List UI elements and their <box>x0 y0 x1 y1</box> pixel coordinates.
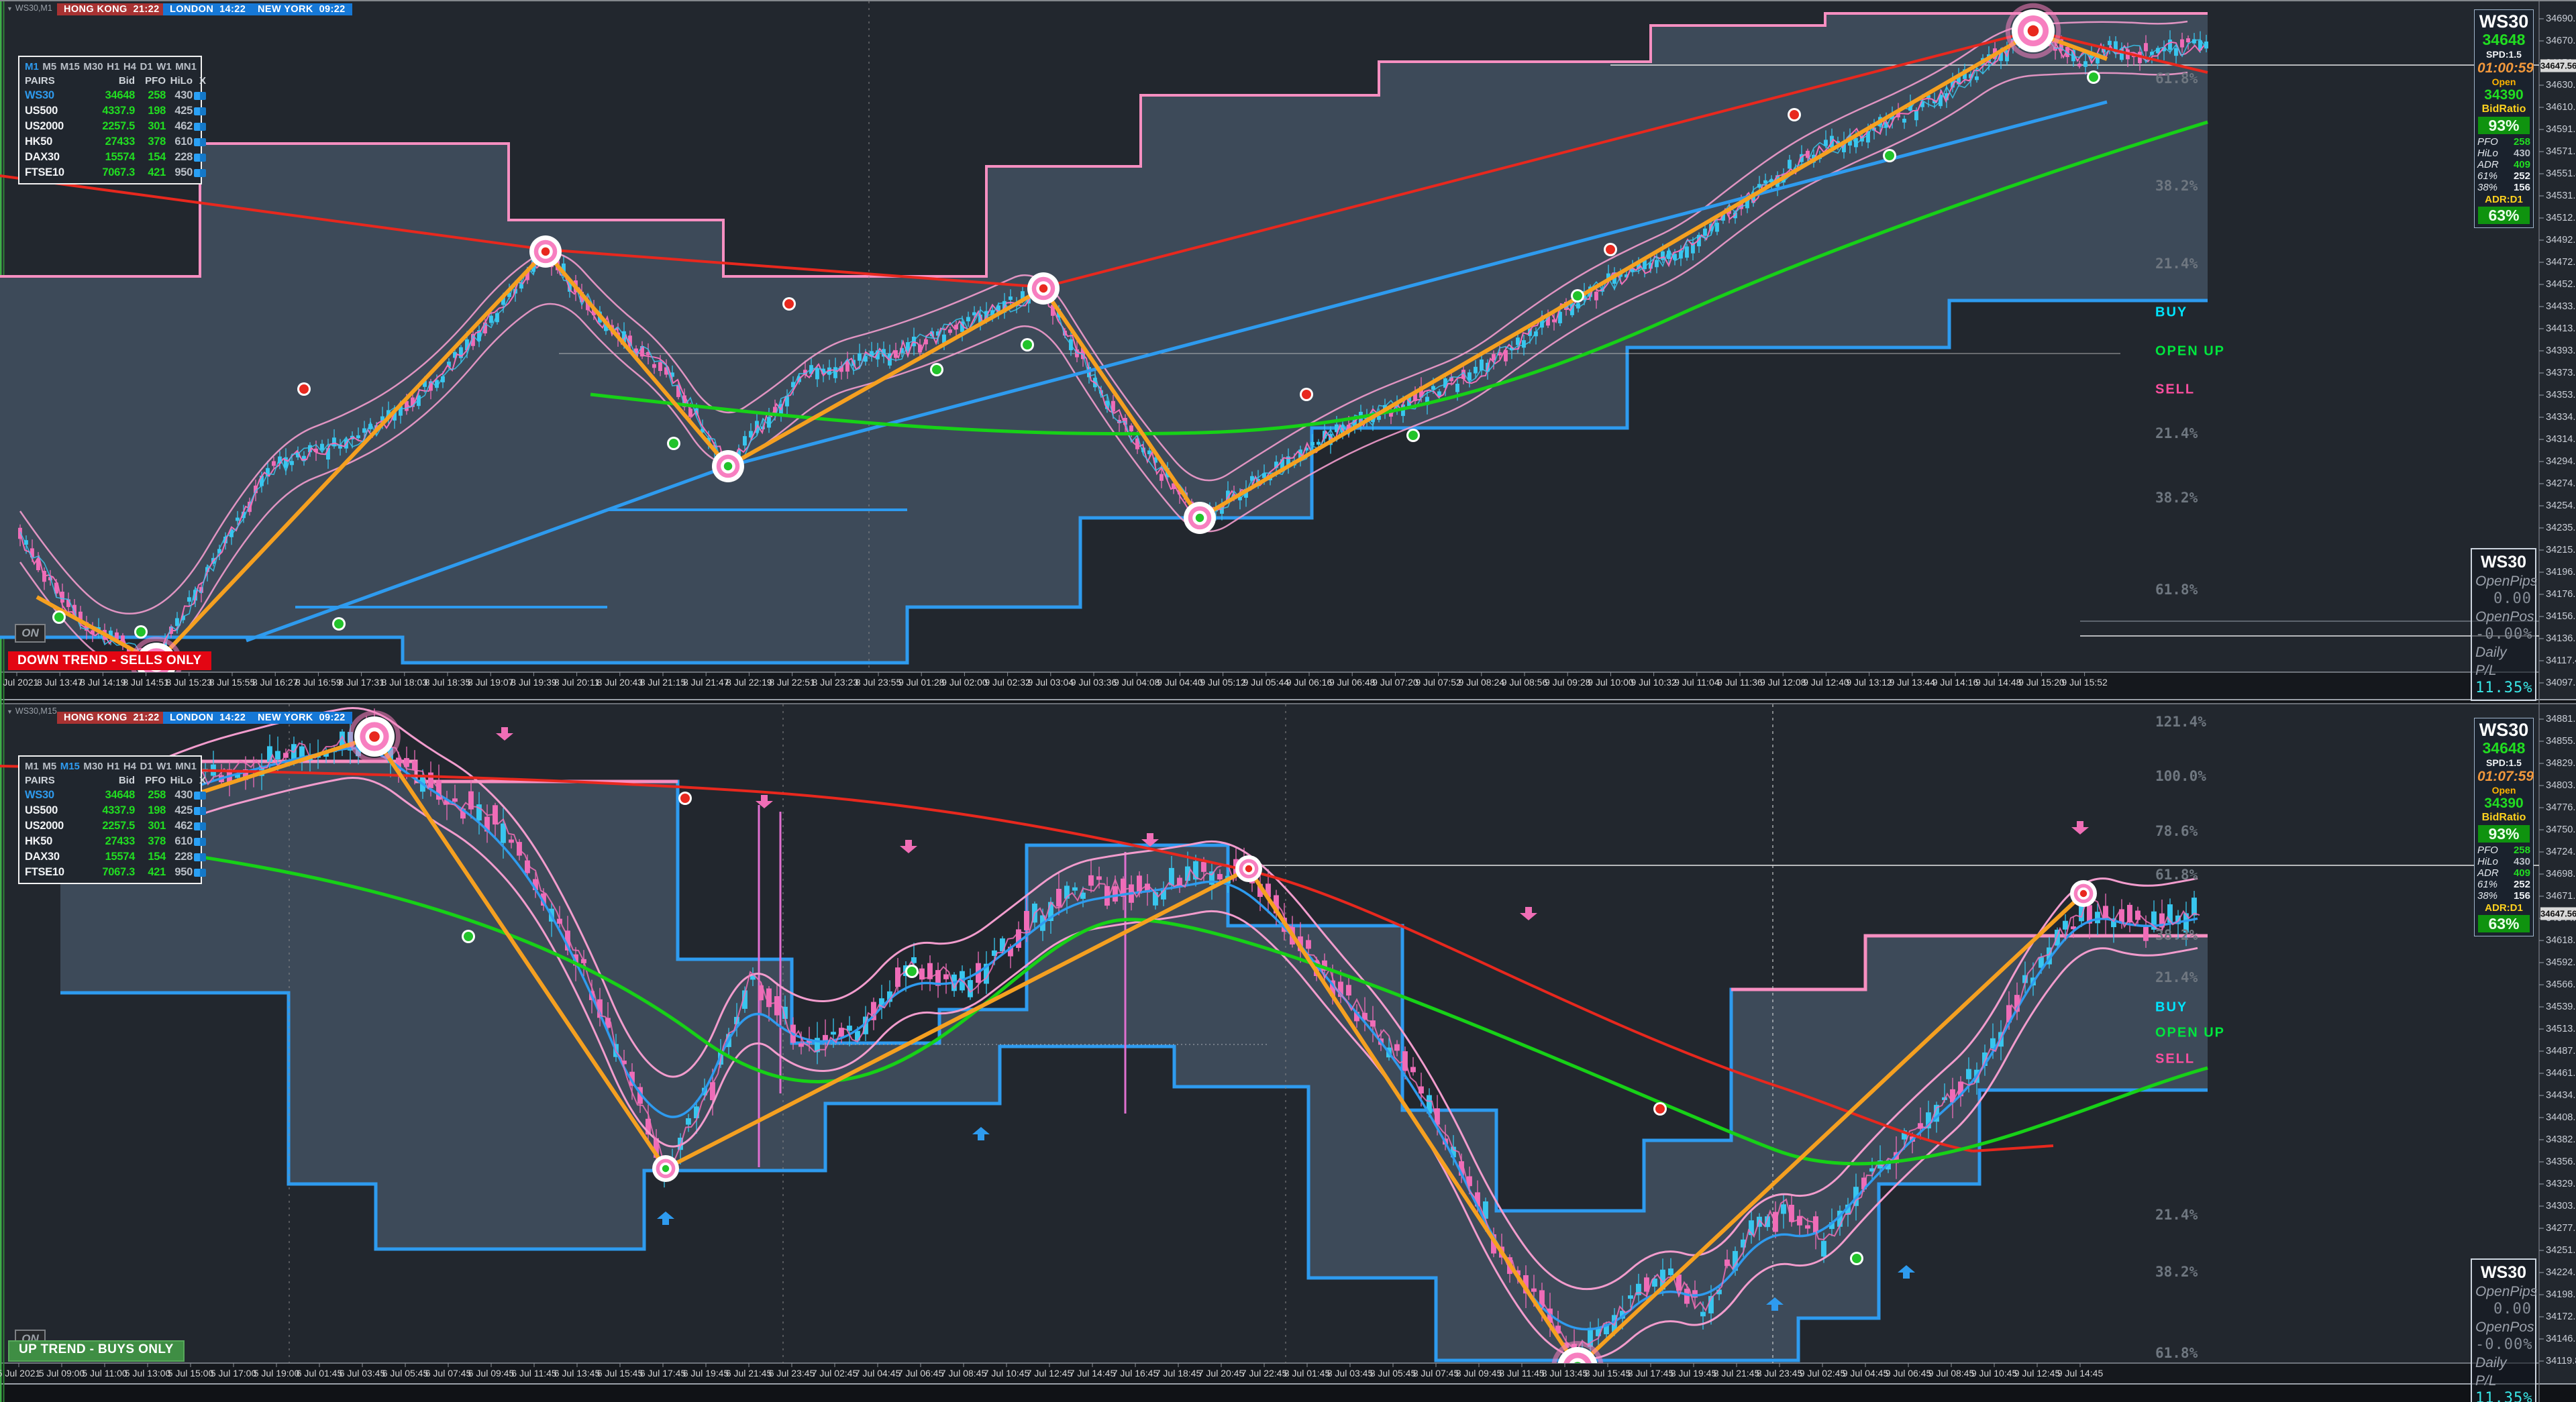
trading-workspace: ▼ WS30,M1 HONG KONG 21:22 LONDON 14:22 NE… <box>0 0 2576 1402</box>
chart-plot-bottom[interactable] <box>0 704 2539 1363</box>
chart-plot-top[interactable] <box>0 1 2539 672</box>
